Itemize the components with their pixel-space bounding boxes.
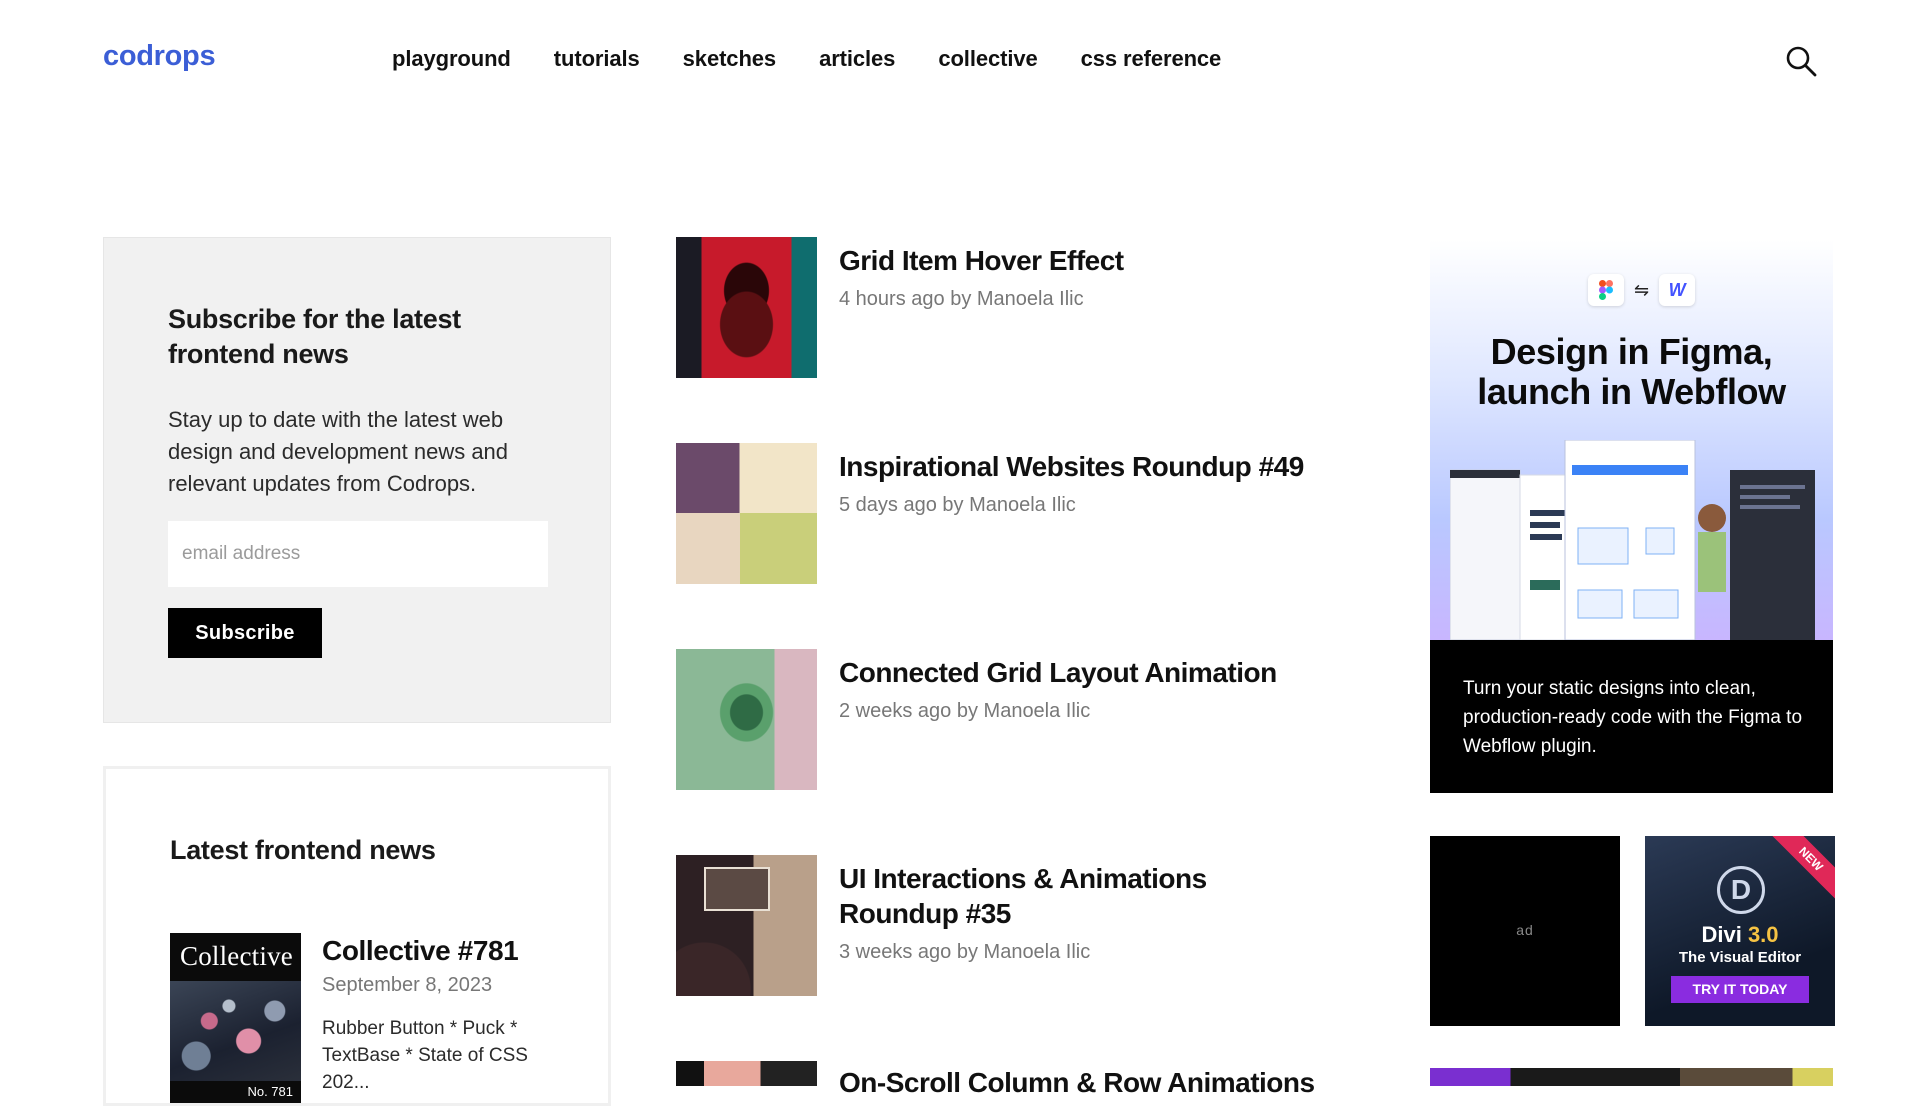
- nav-collective[interactable]: collective: [938, 46, 1037, 72]
- nav-tutorials[interactable]: tutorials: [554, 46, 640, 72]
- article-title[interactable]: Connected Grid Layout Animation: [839, 655, 1319, 690]
- site-logo[interactable]: codrops: [103, 40, 216, 73]
- divi-logo-icon: D: [1717, 866, 1765, 914]
- collective-description: Rubber Button * Puck * TextBase * State …: [322, 1018, 528, 1093]
- collective-thumbnail[interactable]: Collective No. 781: [170, 933, 301, 1103]
- ad-body-text: Turn your static designs into clean, pro…: [1463, 678, 1803, 757]
- latest-news-panel: Latest frontend news Collective No. 781 …: [103, 766, 611, 1106]
- divi-ad[interactable]: NEW D Divi 3.0 The Visual Editor TRY IT …: [1645, 836, 1835, 1026]
- email-field[interactable]: [168, 521, 548, 587]
- nav-css-reference[interactable]: css reference: [1081, 46, 1222, 72]
- figma-logo-icon: [1588, 274, 1624, 306]
- ad-logos: ⇋ W: [1588, 274, 1696, 306]
- article-title[interactable]: Grid Item Hover Effect: [839, 243, 1319, 278]
- article-meta: 5 days ago by Manoela Ilic: [839, 494, 1076, 516]
- main-nav: playground tutorials sketches articles c…: [392, 46, 1264, 72]
- divi-try-button[interactable]: TRY IT TODAY: [1671, 976, 1809, 1003]
- ad-app-mockup: [1450, 440, 1815, 640]
- article-title[interactable]: Inspirational Websites Roundup #49: [839, 449, 1319, 484]
- article-thumbnail[interactable]: [676, 1061, 817, 1086]
- ad-caption: Turn your static designs into clean, pro…: [1430, 640, 1833, 793]
- subscribe-button[interactable]: Subscribe: [168, 608, 322, 658]
- collective-title[interactable]: Collective #781: [322, 935, 519, 967]
- search-icon: [1786, 46, 1817, 77]
- ad-placeholder[interactable]: ad: [1430, 836, 1620, 1026]
- collective-thumbnail-number: No. 781: [247, 1084, 293, 1099]
- article-meta: 3 weeks ago by Manoela Ilic: [839, 941, 1091, 963]
- divi-subtitle: The Visual Editor: [1678, 949, 1802, 966]
- ad-visual: ⇋ W Design in Figma, launch in Webflow: [1430, 240, 1833, 640]
- article-thumbnail[interactable]: [676, 443, 817, 584]
- ad-placeholder-label: ad: [1516, 922, 1534, 938]
- article-title[interactable]: On-Scroll Column & Row Animations: [839, 1065, 1319, 1100]
- webflow-logo-icon: W: [1659, 274, 1696, 306]
- article-meta: 2 weeks ago by Manoela Ilic: [839, 700, 1091, 722]
- ad-headline: Design in Figma, launch in Webflow: [1477, 331, 1786, 412]
- subscribe-panel: Subscribe for the latest frontend news S…: [103, 237, 611, 723]
- article-thumbnail[interactable]: [676, 649, 817, 790]
- article-thumbnail[interactable]: [676, 237, 817, 378]
- new-ribbon: NEW: [1767, 836, 1835, 903]
- sync-arrows-icon: ⇋: [1634, 279, 1650, 300]
- nav-playground[interactable]: playground: [392, 46, 511, 72]
- subscribe-description: Stay up to date with the latest web desi…: [168, 407, 509, 496]
- ad-banner-strip[interactable]: [1430, 1068, 1833, 1086]
- collective-date: September 8, 2023: [322, 974, 493, 996]
- divi-name: Divi 3.0: [1701, 922, 1779, 947]
- collective-thumbnail-title: Collective: [180, 941, 293, 971]
- subscribe-title: Subscribe for the latest frontend news: [168, 304, 461, 369]
- latest-news-title: Latest frontend news: [170, 835, 436, 865]
- collective-thumbnail-art: [170, 981, 301, 1081]
- article-thumbnail[interactable]: [676, 855, 817, 996]
- article-meta: 4 hours ago by Manoela Ilic: [839, 288, 1084, 310]
- figma-webflow-ad[interactable]: ⇋ W Design in Figma, launch in Webflow T…: [1430, 240, 1833, 793]
- nav-sketches[interactable]: sketches: [683, 46, 776, 72]
- nav-articles[interactable]: articles: [819, 46, 895, 72]
- article-title[interactable]: UI Interactions & Animations Roundup #35: [839, 861, 1319, 931]
- search-button[interactable]: [1784, 44, 1818, 78]
